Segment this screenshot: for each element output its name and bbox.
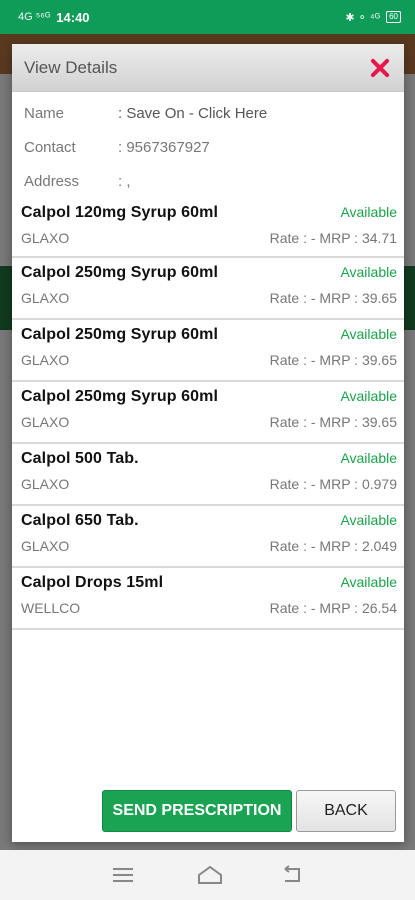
list-item[interactable]: Calpol 250mg Syrup 60ml Available GLAXO … [12,382,404,444]
send-prescription-button[interactable]: SEND PRESCRIPTION [102,790,292,832]
info-label: Address [24,172,80,190]
contact-value: : 9567367927 [118,138,210,156]
item-name: Calpol 250mg Syrup 60ml [21,388,219,405]
dialog-title: View Details [24,57,118,77]
address-value: : , [118,172,131,190]
item-price: Rate : - MRP : 39.65 [269,352,397,368]
status-badge: Available [340,264,397,280]
item-name: Calpol 500 Tab. [21,450,139,467]
status-bar: 4G ⁵⁶ᴳ 14:40 ✱ ⚬ ⁴ᴳ 60 [0,0,415,34]
item-name: Calpol Drops 15ml [21,574,164,591]
battery-icon: 60 [386,11,401,23]
list-item[interactable]: Calpol Drops 15ml Available WELLCO Rate … [12,568,404,630]
info-row-contact: Contact : 9567367927 [24,130,404,164]
status-badge: Available [340,326,397,342]
store-info: Name : Save On - Click Here Contact : 95… [12,92,404,198]
item-name: Calpol 650 Tab. [21,512,139,529]
status-badge: Available [340,574,397,590]
item-price: Rate : - MRP : 0.979 [269,476,397,492]
system-nav-bar [0,850,415,900]
item-price: Rate : - MRP : 39.65 [269,290,397,306]
view-details-dialog: View Details Name : Save On - Click Here… [12,44,404,842]
dialog-actions: SEND PRESCRIPTION BACK [102,790,396,832]
item-company: GLAXO [21,230,70,246]
list-item[interactable]: Calpol 250mg Syrup 60ml Available GLAXO … [12,320,404,382]
item-price: Rate : - MRP : 34.71 [269,230,397,246]
back-icon[interactable] [281,865,305,885]
item-name: Calpol 250mg Syrup 60ml [21,326,219,343]
item-name: Calpol 250mg Syrup 60ml [21,264,219,281]
info-row-address: Address : , [24,164,404,198]
clock: 14:40 [56,9,90,25]
list-item[interactable]: Calpol 120mg Syrup 60ml Available GLAXO … [12,202,404,258]
dialog-header: View Details [12,44,404,92]
close-icon[interactable] [368,56,392,80]
list-item[interactable]: Calpol 650 Tab. Available GLAXO Rate : -… [12,506,404,568]
store-name-link[interactable]: : Save On - Click Here [118,105,267,122]
menu-icon[interactable] [111,865,135,885]
medicine-list: Calpol 120mg Syrup 60ml Available GLAXO … [12,202,404,630]
item-company: GLAXO [21,476,70,492]
status-icons: ✱ ⚬ ⁴ᴳ [345,11,381,24]
item-price: Rate : - MRP : 26.54 [269,600,397,616]
item-company: GLAXO [21,352,70,368]
home-icon[interactable] [196,865,222,885]
status-badge: Available [340,450,397,466]
status-badge: Available [340,204,397,220]
item-price: Rate : - MRP : 2.049 [269,538,397,554]
item-name: Calpol 120mg Syrup 60ml [21,204,219,221]
back-button[interactable]: BACK [296,790,396,832]
item-company: GLAXO [21,538,70,554]
item-company: WELLCO [21,600,81,616]
item-company: GLAXO [21,290,70,306]
list-item[interactable]: Calpol 250mg Syrup 60ml Available GLAXO … [12,258,404,320]
status-badge: Available [340,512,397,528]
status-badge: Available [340,388,397,404]
list-item[interactable]: Calpol 500 Tab. Available GLAXO Rate : -… [12,444,404,506]
signal-glyphs: 4G ⁵⁶ᴳ [18,11,51,23]
item-price: Rate : - MRP : 39.65 [269,414,397,430]
info-label: Name [24,104,65,122]
info-row-name: Name : Save On - Click Here [24,96,404,130]
info-label: Contact [24,138,76,156]
item-company: GLAXO [21,414,70,430]
